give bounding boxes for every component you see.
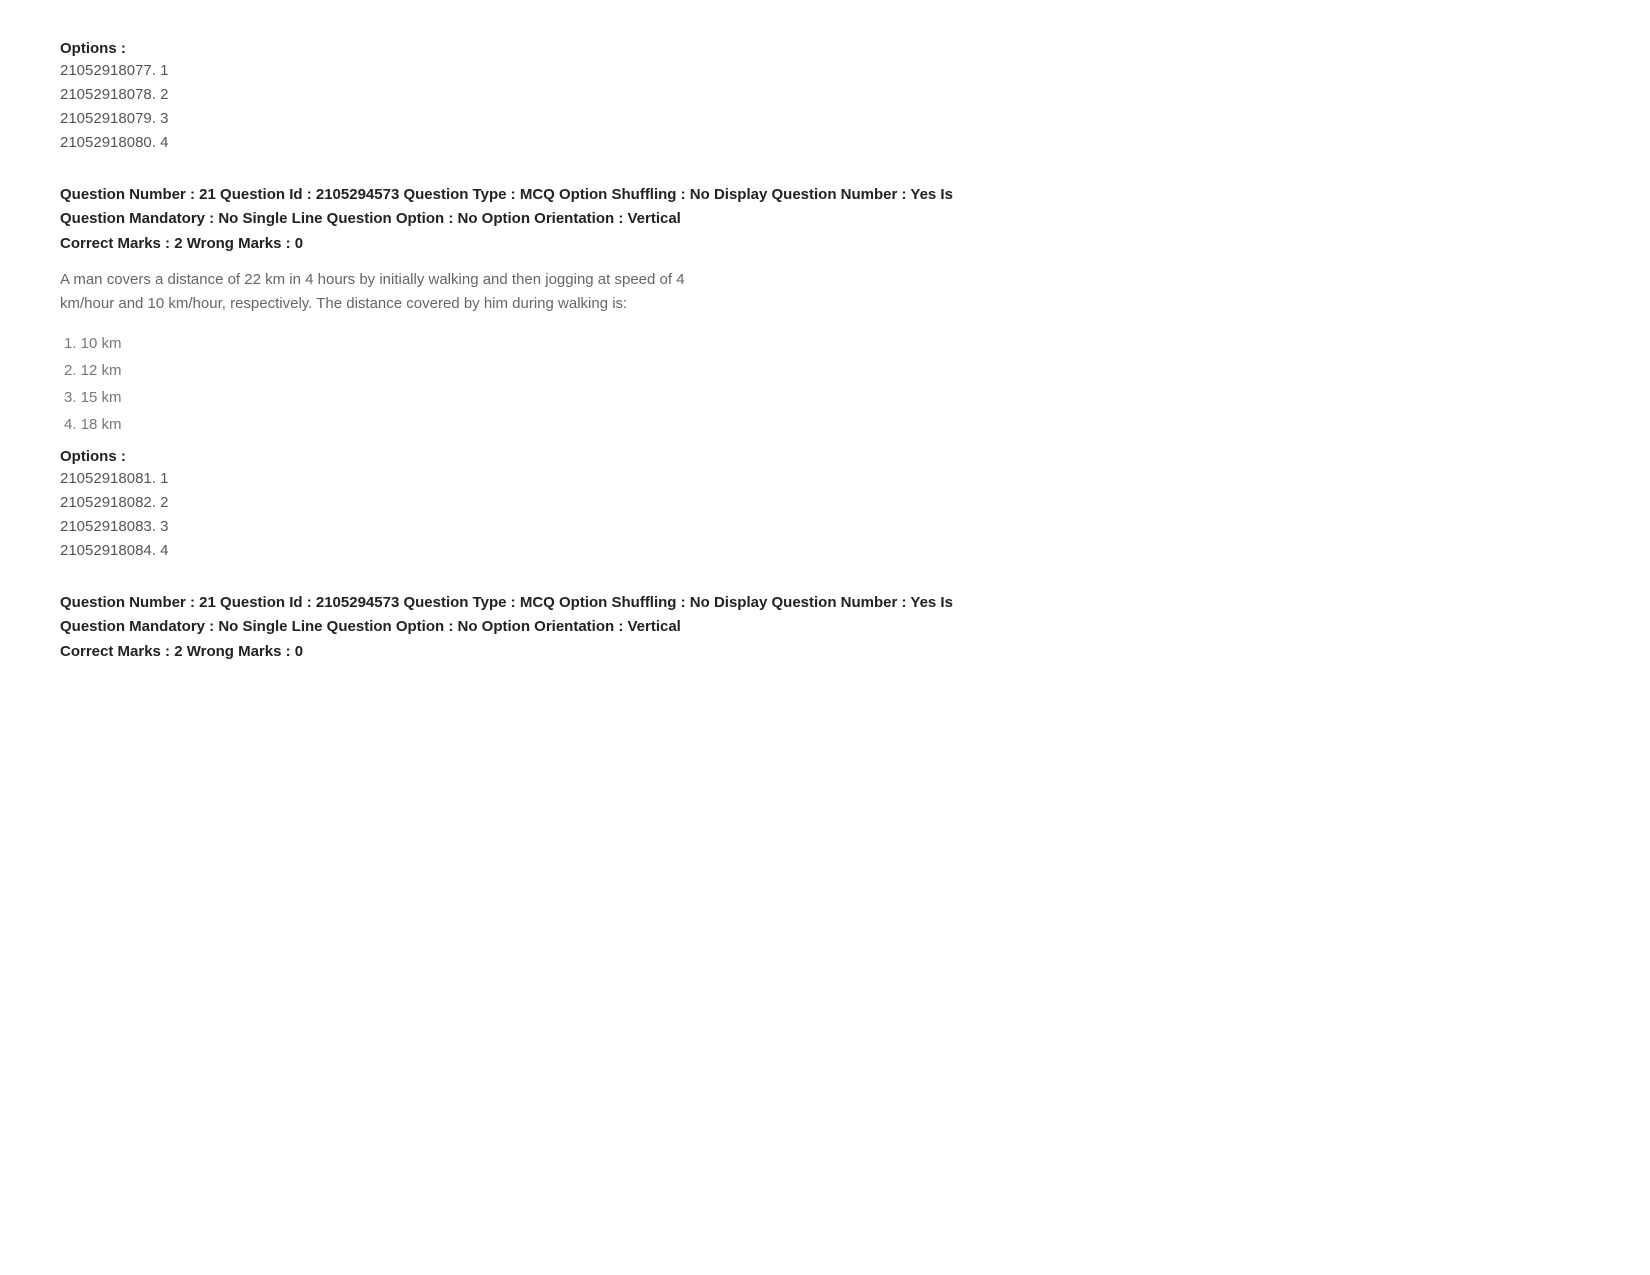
options-label-2: Options : [60,448,1590,465]
question-text-2: A man covers a distance of 22 km in 4 ho… [60,268,960,316]
section-3: Question Number : 21 Question Id : 21052… [60,591,1590,660]
answer-option-1: 1. 10 km [64,330,1590,357]
answer-option-2: 2. 12 km [64,357,1590,384]
question-text-line1: A man covers a distance of 22 km in 4 ho… [60,271,685,288]
option-item-7: 21052918083. 3 [60,515,1590,539]
options-label-1: Options : [60,40,1590,57]
question-meta-2: Question Number : 21 Question Id : 21052… [60,183,1590,231]
question-meta-3: Question Number : 21 Question Id : 21052… [60,591,1590,639]
question-text-line2: km/hour and 10 km/hour, respectively. Th… [60,295,627,312]
answer-option-4: 4. 18 km [64,411,1590,438]
answer-option-3: 3. 15 km [64,384,1590,411]
option-item-4: 21052918080. 4 [60,131,1590,155]
question-meta-line2-2: Question Mandatory : No Single Line Ques… [60,210,681,227]
marks-line-3: Correct Marks : 2 Wrong Marks : 0 [60,643,1590,660]
option-item-6: 21052918082. 2 [60,491,1590,515]
option-item-1: 21052918077. 1 [60,59,1590,83]
option-item-3: 21052918079. 3 [60,107,1590,131]
marks-line-2: Correct Marks : 2 Wrong Marks : 0 [60,235,1590,252]
section-2: Question Number : 21 Question Id : 21052… [60,183,1590,563]
option-item-5: 21052918081. 1 [60,467,1590,491]
section-1: Options : 21052918077. 1 21052918078. 2 … [60,40,1590,155]
option-item-2: 21052918078. 2 [60,83,1590,107]
question-meta-line1-3: Question Number : 21 Question Id : 21052… [60,594,953,611]
option-item-8: 21052918084. 4 [60,539,1590,563]
question-meta-line1-2: Question Number : 21 Question Id : 21052… [60,186,953,203]
question-meta-line2-3: Question Mandatory : No Single Line Ques… [60,618,681,635]
